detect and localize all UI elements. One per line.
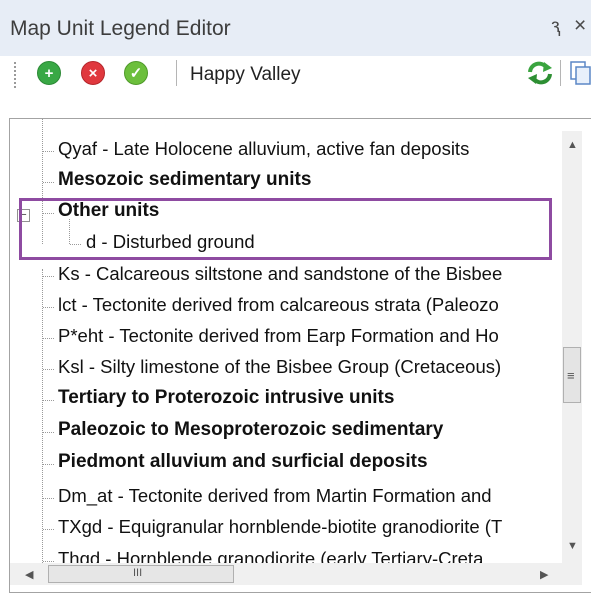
tree-item-label: Ks - Calcareous siltstone and sandstone … bbox=[58, 263, 503, 284]
tree-item-label: Tertiary to Proterozoic intrusive units bbox=[58, 387, 395, 408]
tree-item-label: TXgd - Equigranular hornblende-biotite g… bbox=[58, 516, 503, 537]
grip-icon: ≡ bbox=[567, 368, 575, 383]
tree-item-label: Paleozoic to Mesoproterozoic sedimentary bbox=[58, 419, 444, 440]
scroll-corner bbox=[562, 563, 582, 585]
dataset-label: Happy Valley bbox=[190, 64, 301, 85]
panel-title-bar: Map Unit Legend Editor ԇ × bbox=[0, 0, 591, 56]
hgrip-icon: III bbox=[133, 567, 143, 579]
tree-item-label: Mesozoic sedimentary units bbox=[58, 169, 312, 190]
panel-title: Map Unit Legend Editor bbox=[10, 17, 231, 40]
toolbar-separator-2 bbox=[560, 60, 561, 86]
tree-item-label: Qyaf - Late Holocene alluvium, active fa… bbox=[58, 138, 470, 159]
tree-connector bbox=[42, 269, 43, 569]
legend-tree[interactable]: Qyaf - Late Holocene alluvium, active fa… bbox=[9, 118, 591, 593]
toolbar-separator bbox=[176, 60, 177, 86]
close-icon[interactable]: × bbox=[574, 14, 586, 38]
pin-icon[interactable]: ԇ bbox=[551, 16, 561, 38]
scroll-right-icon[interactable]: ▶ bbox=[540, 568, 548, 581]
toolbar-grip[interactable] bbox=[14, 62, 16, 88]
check-circle-icon[interactable]: ✓ bbox=[124, 61, 148, 85]
plus-circle-icon[interactable]: + bbox=[37, 61, 61, 85]
refresh-icon[interactable] bbox=[526, 60, 554, 86]
tree-item-label: lct - Tectonite derived from calcareous … bbox=[58, 294, 499, 315]
scroll-up-icon[interactable]: ▲ bbox=[567, 139, 578, 151]
tree-item-label: P*eht - Tectonite derived from Earp Form… bbox=[58, 325, 499, 346]
tree-item-label: Ksl - Silty limestone of the Bisbee Grou… bbox=[58, 356, 502, 377]
x-circle-icon[interactable]: × bbox=[81, 61, 105, 85]
tree-item-label: Piedmont alluvium and surficial deposits bbox=[58, 451, 428, 472]
tree-item-label: Dm_at - Tectonite derived from Martin Fo… bbox=[58, 485, 492, 506]
scroll-down-icon[interactable]: ▼ bbox=[567, 540, 578, 552]
copy-icon[interactable] bbox=[570, 60, 591, 86]
selection-highlight-box bbox=[19, 198, 552, 260]
scroll-left-icon[interactable]: ◀ bbox=[25, 568, 33, 581]
